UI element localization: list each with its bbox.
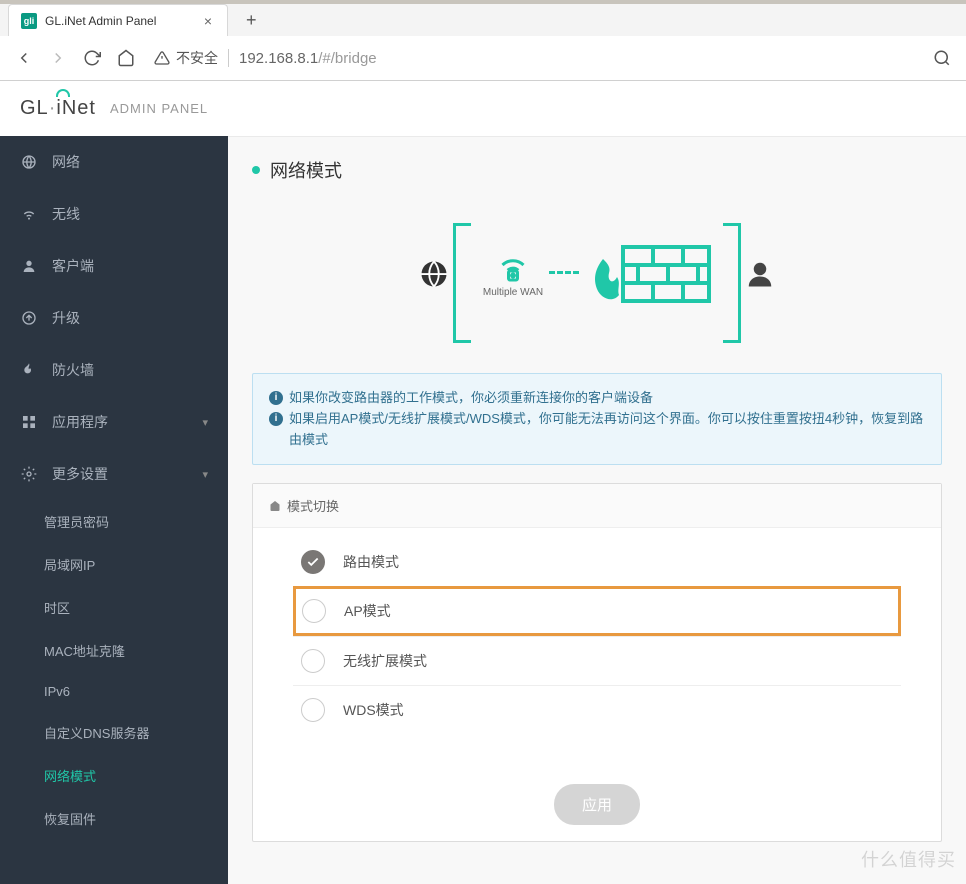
url-text: 192.168.8.1/#/bridge — [239, 50, 377, 67]
user-icon — [745, 259, 775, 289]
info-alert: i如果你改变路由器的工作模式，你必须重新连接你的客户端设备 i如果启用AP模式/… — [252, 373, 942, 465]
sidebar-item-flame[interactable]: 防火墙 — [0, 344, 228, 396]
search-icon[interactable] — [932, 48, 952, 68]
chevron-down-icon: ▾ — [202, 468, 208, 481]
globe-icon — [20, 153, 38, 171]
mode-option[interactable]: 路由模式 — [293, 538, 901, 586]
radio-button[interactable] — [301, 550, 325, 574]
sidebar-subitem[interactable]: 局域网IP — [0, 543, 228, 586]
globe-icon — [419, 259, 449, 289]
apply-button[interactable]: 应用 — [554, 784, 640, 825]
bracket-icon — [453, 223, 471, 343]
sidebar-item-label: 客户端 — [52, 256, 94, 276]
radio-button[interactable] — [301, 698, 325, 722]
reload-button[interactable] — [82, 48, 102, 68]
sidebar-item-arrow-up-circle[interactable]: 升级 — [0, 292, 228, 344]
home-icon — [269, 500, 281, 512]
home-button[interactable] — [116, 48, 136, 68]
sidebar-item-label: 防火墙 — [52, 360, 94, 380]
wifi-device-icon: Multiple WAN — [481, 247, 545, 307]
grid-icon — [20, 413, 38, 431]
forward-button[interactable] — [48, 48, 68, 68]
browser-tab[interactable]: gli GL.iNet Admin Panel × — [8, 4, 228, 36]
back-button[interactable] — [14, 48, 34, 68]
gear-icon — [20, 465, 38, 483]
bracket-icon — [723, 223, 741, 343]
mode-option[interactable]: WDS模式 — [293, 685, 901, 734]
favicon: gli — [21, 13, 37, 29]
sidebar-subitem[interactable]: 恢复固件 — [0, 797, 228, 840]
user-icon — [20, 257, 38, 275]
app-header: GL·iNet ADMIN PANEL — [0, 81, 966, 136]
mode-panel: 模式切换 路由模式 AP模式无线扩展模式 WDS模式 应用 — [252, 483, 942, 842]
mode-label: 无线扩展模式 — [343, 651, 427, 671]
flame-icon — [20, 361, 38, 379]
sidebar-item-user[interactable]: 客户端 — [0, 240, 228, 292]
radio-button[interactable] — [301, 649, 325, 673]
mode-label: AP模式 — [344, 601, 391, 621]
diagram-label: Multiple WAN — [483, 287, 543, 298]
chevron-down-icon: ▾ — [202, 416, 208, 429]
logo: GL·iNet — [20, 97, 96, 120]
sidebar-item-wifi[interactable]: 无线 — [0, 188, 228, 240]
dot-icon — [252, 166, 260, 174]
sidebar-item-gear[interactable]: 更多设置 ▾ — [0, 448, 228, 500]
main-content: 网络模式 Multiple WAN — [228, 136, 966, 884]
connection-line — [549, 271, 579, 274]
url-bar[interactable]: 不安全 192.168.8.1/#/bridge — [154, 48, 918, 68]
sidebar-item-label: 升级 — [52, 308, 80, 328]
tab-strip: gli GL.iNet Admin Panel × + — [0, 0, 966, 36]
sidebar-item-globe[interactable]: 网络 — [0, 136, 228, 188]
wifi-icon — [20, 205, 38, 223]
new-tab-button[interactable]: + — [238, 8, 265, 33]
sidebar-item-label: 网络 — [52, 152, 80, 172]
mode-label: WDS模式 — [343, 700, 404, 720]
close-tab-icon[interactable]: × — [201, 14, 215, 28]
admin-panel-label: ADMIN PANEL — [110, 101, 208, 116]
page-title: 网络模式 — [252, 157, 942, 183]
sidebar-item-label: 无线 — [52, 204, 80, 224]
browser-chrome: gli GL.iNet Admin Panel × + 不安全 192.168.… — [0, 0, 966, 81]
security-badge[interactable]: 不安全 — [154, 48, 218, 68]
mode-label: 路由模式 — [343, 552, 399, 572]
sidebar-subitem[interactable]: 网络模式 — [0, 754, 228, 797]
info-icon: i — [269, 391, 283, 405]
tab-title: GL.iNet Admin Panel — [45, 14, 193, 28]
divider — [228, 49, 229, 67]
firewall-icon — [583, 239, 713, 309]
arrow-up-circle-icon — [20, 309, 38, 327]
panel-header: 模式切换 — [253, 484, 941, 528]
radio-button[interactable] — [302, 599, 326, 623]
sidebar-item-grid[interactable]: 应用程序 ▾ — [0, 396, 228, 448]
mode-option[interactable]: 无线扩展模式 — [293, 636, 901, 685]
sidebar-subitem[interactable]: 自定义DNS服务器 — [0, 711, 228, 754]
sidebar-subitem[interactable]: MAC地址克隆 — [0, 629, 228, 672]
sidebar-subitem[interactable]: IPv6 — [0, 672, 228, 711]
sidebar-subitem[interactable]: 时区 — [0, 586, 228, 629]
sidebar-item-label: 应用程序 — [52, 412, 108, 432]
nav-bar: 不安全 192.168.8.1/#/bridge — [0, 36, 966, 80]
info-icon: i — [269, 412, 283, 426]
sidebar-subitem[interactable]: 管理员密码 — [0, 500, 228, 543]
security-label: 不安全 — [176, 48, 218, 68]
network-diagram: Multiple WAN — [252, 203, 942, 373]
sidebar-item-label: 更多设置 — [52, 464, 108, 484]
sidebar: 网络无线客户端升级防火墙应用程序 ▾ 更多设置 ▾ 管理员密码局域网IP时区MAC地址… — [0, 136, 228, 884]
mode-option[interactable]: AP模式 — [293, 586, 901, 636]
